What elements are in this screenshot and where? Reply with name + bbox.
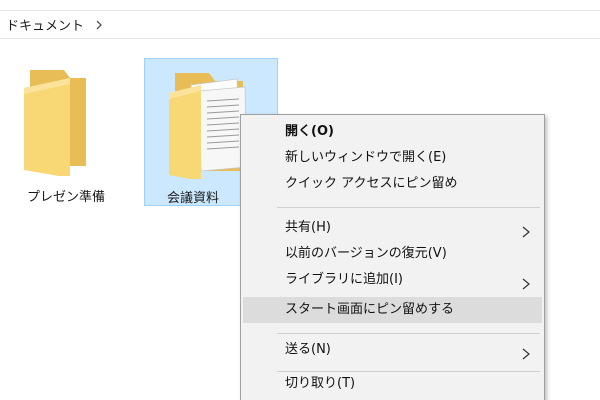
menu-item-label: クイック アクセスにピン留め: [285, 176, 458, 191]
submenu-arrow-icon: [522, 344, 530, 360]
breadcrumb-documents[interactable]: ドキュメント: [6, 15, 84, 34]
breadcrumb[interactable]: ドキュメント: [0, 11, 600, 39]
menu-item-label: 開く(O): [285, 124, 334, 139]
folder-item-presentation[interactable]: プレゼン準備: [6, 58, 126, 206]
menu-item-label: 以前のバージョンの復元(V): [285, 246, 447, 261]
menu-item-add-to-library[interactable]: ライブラリに追加(I): [243, 267, 542, 293]
menu-item-share[interactable]: 共有(H): [243, 215, 542, 241]
folder-icon: [20, 66, 92, 180]
menu-separator: [277, 333, 540, 334]
context-menu: 開く(O) 新しいウィンドウで開く(E) クイック アクセスにピン留め 共有(H…: [240, 114, 545, 400]
submenu-arrow-icon: [522, 274, 530, 290]
menu-item-open-new-window[interactable]: 新しいウィンドウで開く(E): [243, 145, 542, 171]
menu-item-cut[interactable]: 切り取り(T): [243, 371, 542, 397]
menu-item-restore-previous[interactable]: 以前のバージョンの復元(V): [243, 241, 542, 267]
menu-item-pin-quick-access[interactable]: クイック アクセスにピン留め: [243, 171, 542, 197]
menu-item-open[interactable]: 開く(O): [243, 119, 542, 145]
menu-item-send-to[interactable]: 送る(N): [243, 337, 542, 363]
menu-item-label: スタート画面にピン留めする: [285, 302, 455, 317]
menu-item-label: 新しいウィンドウで開く(E): [285, 150, 447, 165]
menu-item-label: ライブラリに追加(I): [285, 272, 403, 287]
menu-item-label: 共有(H): [285, 220, 331, 235]
chevron-right-icon[interactable]: [93, 19, 105, 31]
menu-item-label: 送る(N): [285, 342, 331, 357]
menu-item-pin-to-start[interactable]: スタート画面にピン留めする: [243, 297, 542, 323]
submenu-arrow-icon: [522, 222, 530, 238]
toolbar-strip: [0, 0, 600, 11]
menu-item-label: 切り取り(T): [285, 376, 356, 391]
file-name-label: 会議資料: [166, 191, 219, 206]
menu-separator: [277, 207, 540, 208]
file-explorer-window: ドキュメント プレゼン準備 会議資料 開く(O) 新しいウィンドウで開く(E) …: [0, 0, 600, 400]
file-name-label: プレゼン準備: [26, 190, 105, 205]
